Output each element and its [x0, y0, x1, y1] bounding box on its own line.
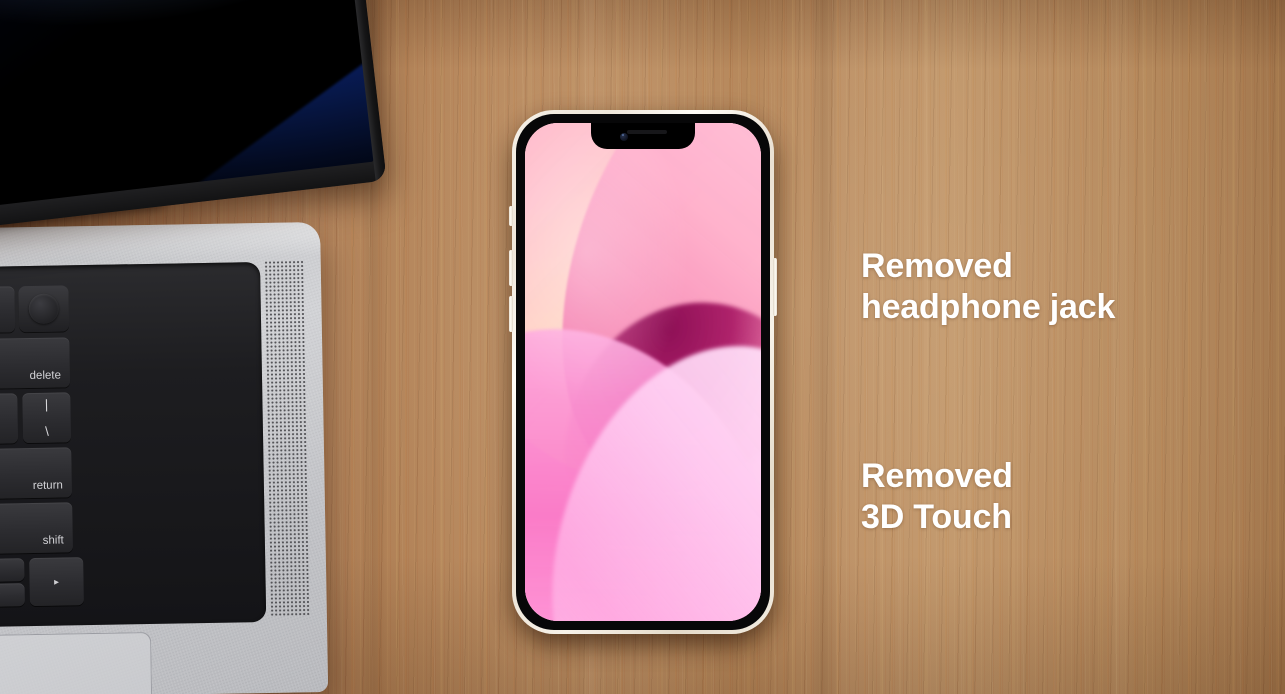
scene-root: ♩ F10 ♪ F11 ♫ F12 ) 0: [0, 0, 1285, 694]
delete-key[interactable]: delete: [0, 337, 71, 389]
volume-up-icon: ♫: [0, 294, 15, 309]
right-bracket-key[interactable]: } ]: [0, 393, 19, 445]
arrow-up-icon: ▲: [0, 558, 25, 582]
return-key[interactable]: return: [0, 447, 73, 500]
speaker-grille-right: [264, 260, 311, 617]
caption-removed-headphone-jack: Removed headphone jack: [861, 247, 1116, 326]
shift-key[interactable]: shift: [0, 502, 74, 555]
arrow-right-key[interactable]: ►: [29, 557, 84, 607]
backslash-key[interactable]: | \: [22, 392, 72, 444]
macbook-pro: ♩ F10 ♪ F11 ♫ F12 ) 0: [0, 0, 440, 694]
touch-id-sensor-icon: [28, 293, 60, 325]
arrow-right-icon: ►: [52, 577, 61, 587]
keyboard-well: ♩ F10 ♪ F11 ♫ F12 ) 0: [0, 262, 267, 630]
caption-removed-3d-touch: Removed 3D Touch: [861, 457, 1013, 536]
arrow-down-icon: ▼: [0, 583, 25, 607]
iphone-display[interactable]: [525, 123, 761, 621]
mute-switch[interactable]: [509, 206, 513, 226]
iphone-frame: [509, 110, 777, 634]
arrow-up-key[interactable]: ▲: [0, 558, 25, 583]
touch-id-key[interactable]: [18, 285, 70, 333]
caption-group: Removed headphone jack Removed 3D Touch: [861, 246, 1261, 538]
macbook-lid: [0, 0, 387, 236]
iphone-13: [509, 110, 777, 642]
f12-key[interactable]: ♫ F12: [0, 286, 16, 334]
volume-up-button[interactable]: [509, 250, 513, 286]
volume-down-button[interactable]: [509, 296, 513, 332]
iphone-bezel: [516, 114, 770, 630]
power-button[interactable]: [773, 258, 777, 316]
iphone-screen-sheen: [525, 123, 761, 621]
arrow-down-key[interactable]: ▼: [0, 583, 25, 608]
front-camera-icon: [620, 132, 628, 141]
keyboard: ♩ F10 ♪ F11 ♫ F12 ) 0: [0, 262, 266, 629]
trackpad[interactable]: [0, 632, 155, 694]
earpiece-speaker-icon: [627, 130, 667, 134]
iphone-notch: [591, 123, 695, 149]
